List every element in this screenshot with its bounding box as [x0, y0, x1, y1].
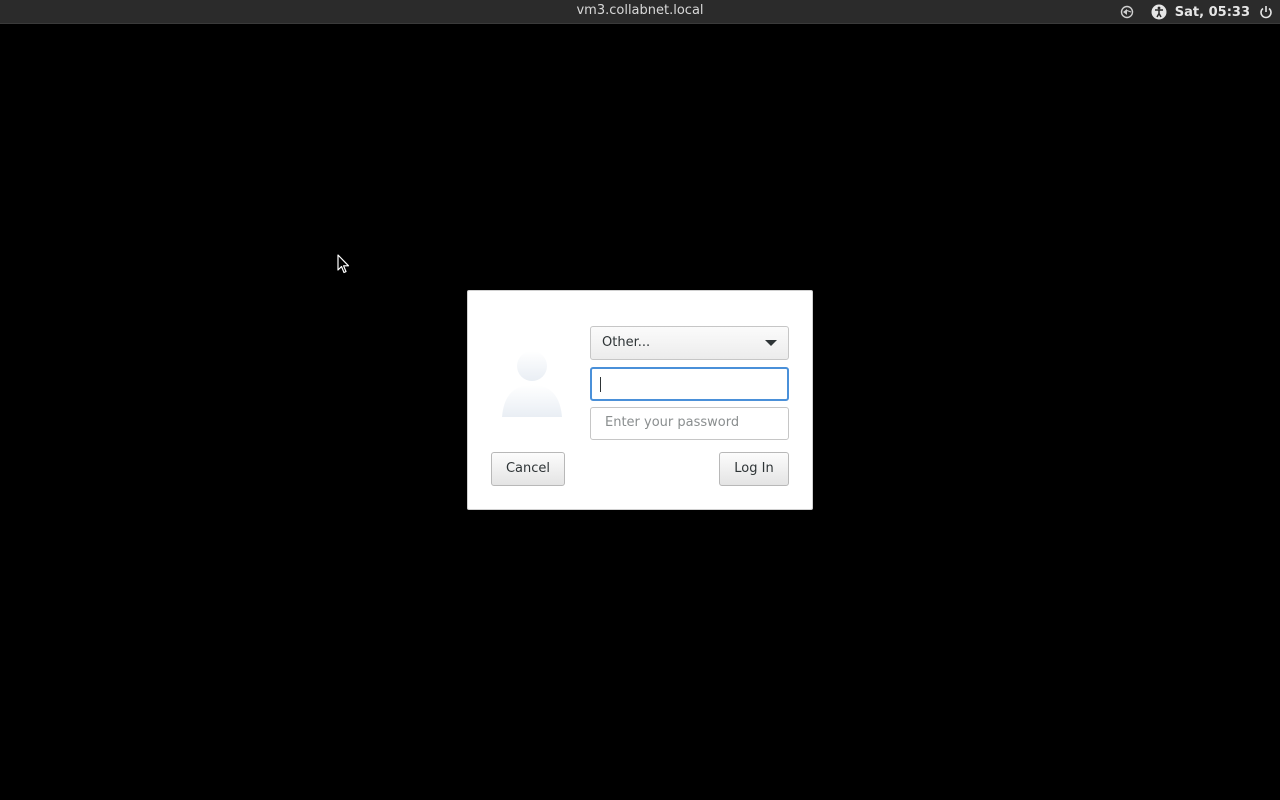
password-placeholder: Enter your password — [605, 415, 740, 430]
user-select-value: Other... — [602, 335, 651, 350]
hostname-label: vm3.collabnet.local — [576, 3, 704, 18]
password-input[interactable]: Enter your password — [590, 407, 789, 440]
chevron-down-icon — [765, 340, 777, 346]
system-tray: Sat, 05:33 — [1119, 0, 1274, 24]
accessibility-icon[interactable] — [1151, 4, 1167, 20]
clock[interactable]: Sat, 05:33 — [1175, 5, 1250, 20]
network-icon[interactable] — [1119, 4, 1135, 20]
login-dialog: Other... Enter your password Cancel Log … — [467, 290, 813, 510]
cancel-button[interactable]: Cancel — [491, 452, 565, 486]
user-avatar-icon — [500, 347, 564, 419]
top-bar: vm3.collabnet.local Sat, 05:33 — [0, 0, 1280, 24]
mouse-pointer-icon — [337, 254, 351, 274]
text-caret — [600, 377, 601, 392]
user-select-dropdown[interactable]: Other... — [590, 326, 789, 360]
power-icon[interactable] — [1258, 4, 1274, 20]
login-button[interactable]: Log In — [719, 452, 789, 486]
username-input[interactable] — [590, 367, 789, 401]
